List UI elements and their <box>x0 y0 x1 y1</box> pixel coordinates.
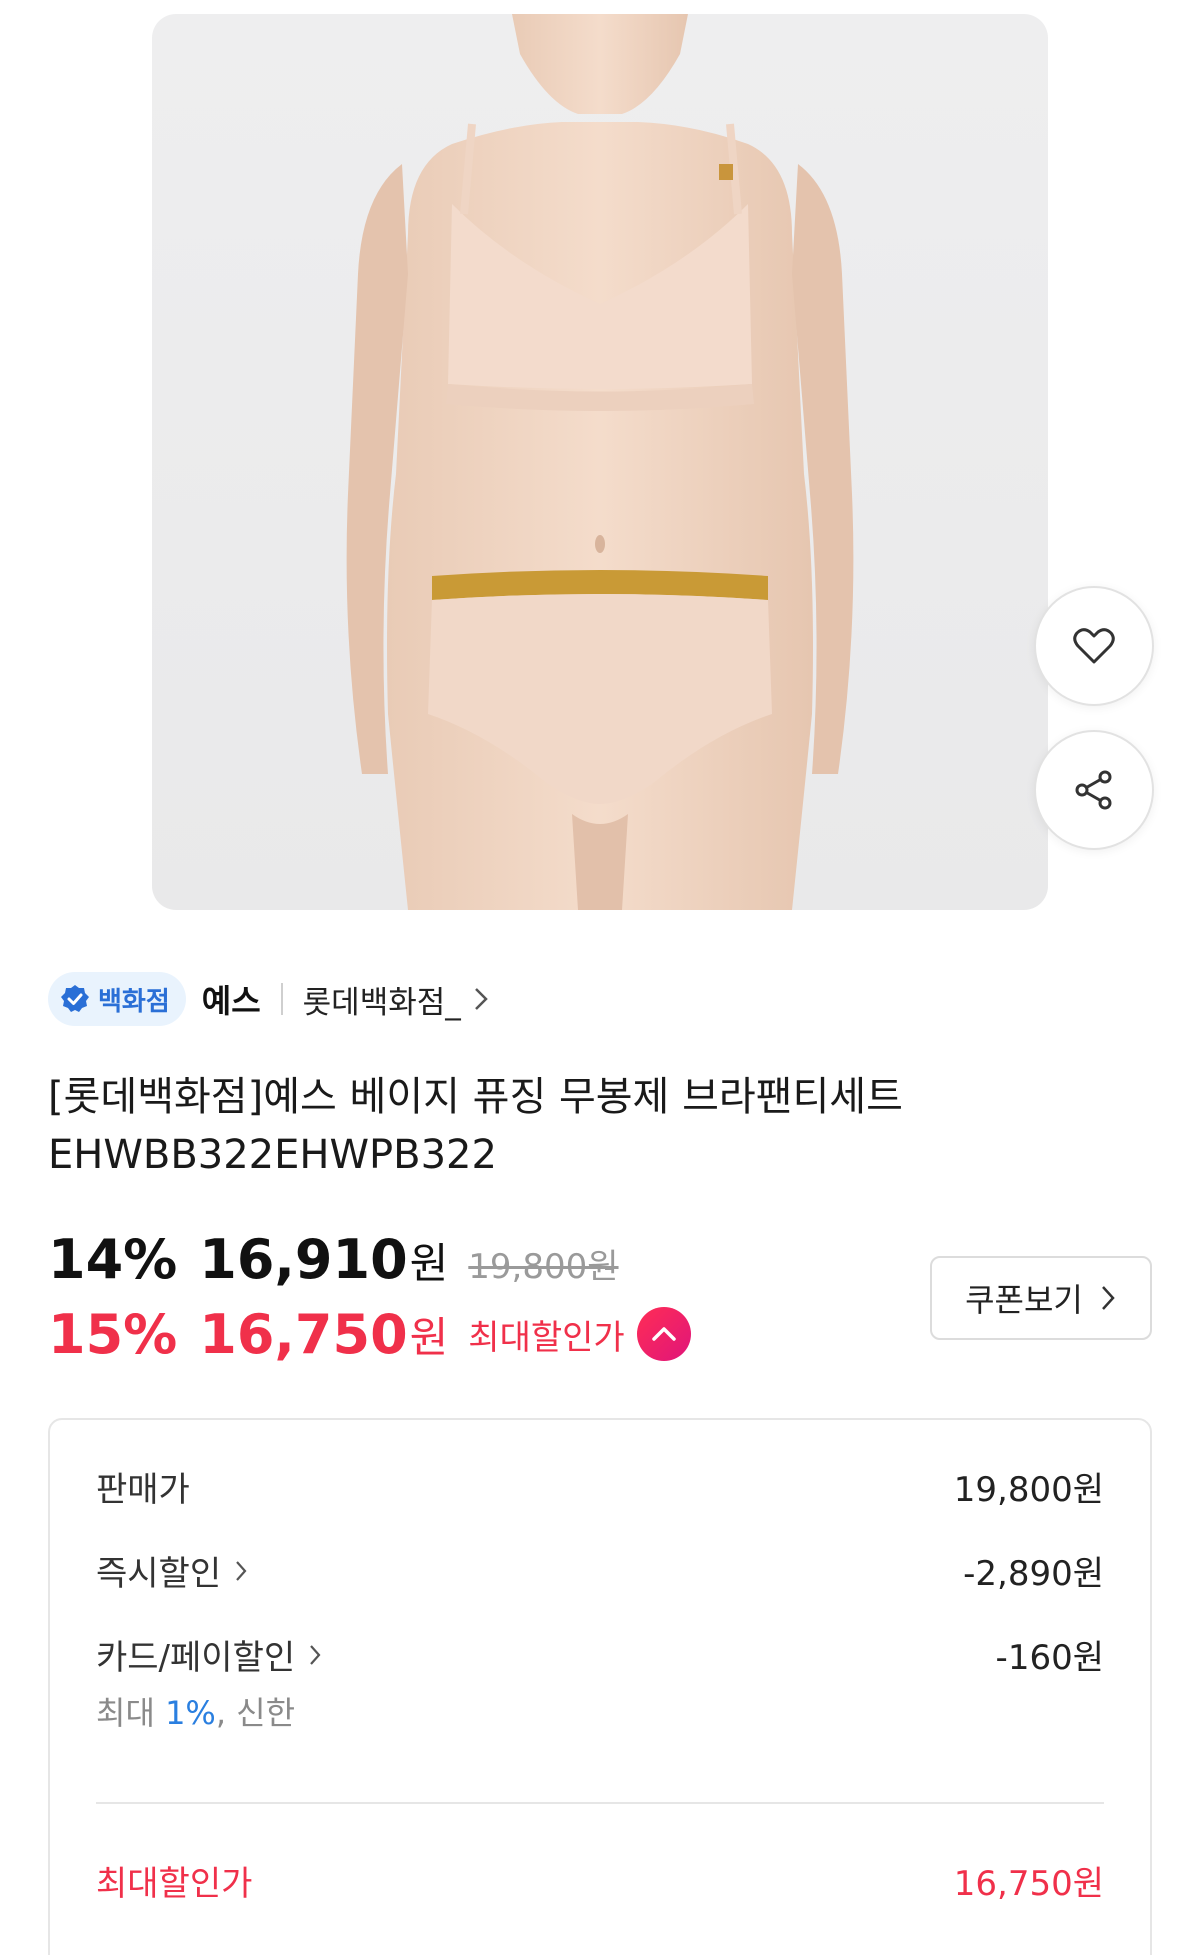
sale-price-row: 14% 16,910 원 19,800원 <box>48 1228 619 1291</box>
product-image[interactable] <box>152 14 1048 910</box>
original-price: 19,800원 <box>468 1247 619 1287</box>
title-line-2: EHWBB322EHWPB322 <box>48 1132 497 1178</box>
sale-price: 16,910 <box>199 1228 408 1291</box>
badge-label: 백화점 <box>98 986 170 1017</box>
seller-row: 백화점 예스 롯데백화점_ <box>48 972 491 1026</box>
title-line-1: [롯데백화점]예스 베이지 퓨징 무봉제 브라팬티세트 <box>48 1074 903 1120</box>
divider <box>280 983 283 1015</box>
product-title: [롯데백화점]예스 베이지 퓨징 무봉제 브라팬티세트 EHWBB322EHWP… <box>48 1068 1048 1184</box>
breakdown-value: -160원 <box>995 1638 1104 1678</box>
note-prefix: 최대 <box>96 1694 166 1732</box>
store-link[interactable]: 롯데백화점_ <box>303 977 461 1022</box>
heart-icon <box>1073 628 1115 664</box>
coupon-label: 쿠폰보기 <box>965 1281 1083 1319</box>
breakdown-divider <box>96 1802 1104 1804</box>
share-icon <box>1075 770 1112 810</box>
share-button[interactable] <box>1034 730 1154 850</box>
breakdown-value: 19,800원 <box>953 1470 1104 1510</box>
collapse-toggle[interactable] <box>636 1307 691 1361</box>
breakdown-label: 판매가 <box>96 1470 190 1510</box>
department-store-badge: 백화점 <box>48 972 186 1026</box>
total-value: 16,750원 <box>953 1864 1104 1904</box>
max-discount-label: 최대할인가 <box>468 1317 625 1358</box>
won-unit: 원 <box>409 1312 449 1362</box>
coupon-button[interactable]: 쿠폰보기 <box>930 1256 1152 1340</box>
won-unit: 원 <box>409 1239 449 1288</box>
chevron-up-icon <box>651 1327 676 1341</box>
breakdown-row-instant[interactable]: 즉시할인 -2,890원 <box>96 1546 1104 1595</box>
discount-percent: 14% <box>48 1228 178 1291</box>
breakdown-row-total: 최대할인가 16,750원 <box>96 1856 1104 1905</box>
brand-name[interactable]: 예스 <box>202 976 261 1022</box>
product-photo <box>346 14 854 910</box>
note-suffix: , 신한 <box>215 1694 296 1732</box>
card-discount-note: 최대 1%, 신한 <box>96 1688 295 1734</box>
max-discount-row: 15% 16,750 원 최대할인가 <box>48 1302 691 1366</box>
chevron-right-icon[interactable] <box>307 1642 323 1668</box>
total-label: 최대할인가 <box>96 1864 253 1904</box>
note-percent: 1% <box>165 1694 216 1732</box>
max-discount-price: 16,750 <box>199 1302 408 1366</box>
breakdown-label: 카드/페이할인 <box>96 1638 296 1678</box>
breakdown-value: -2,890원 <box>963 1554 1104 1594</box>
chevron-right-icon <box>1101 1286 1115 1310</box>
breakdown-row-card[interactable]: 카드/페이할인 -160원 <box>96 1630 1104 1679</box>
verified-check-icon <box>61 985 89 1012</box>
wishlist-button[interactable] <box>1034 586 1154 706</box>
price-breakdown: 판매가 19,800원 즉시할인 -2,890원 카드/페이할인 -160원 최… <box>48 1418 1152 1955</box>
breakdown-label: 즉시할인 <box>96 1554 222 1594</box>
chevron-right-icon[interactable] <box>233 1558 249 1584</box>
breakdown-row-price: 판매가 19,800원 <box>96 1462 1104 1511</box>
chevron-right-icon[interactable] <box>471 985 491 1013</box>
max-discount-percent: 15% <box>48 1302 178 1366</box>
